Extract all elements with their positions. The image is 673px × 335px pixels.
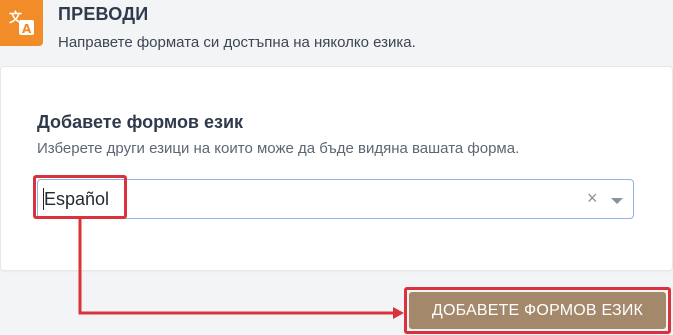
annotation-arrow [78, 219, 404, 319]
add-language-button[interactable]: ДОБАВЕТЕ ФОРМОВ ЕЗИК [409, 292, 666, 329]
